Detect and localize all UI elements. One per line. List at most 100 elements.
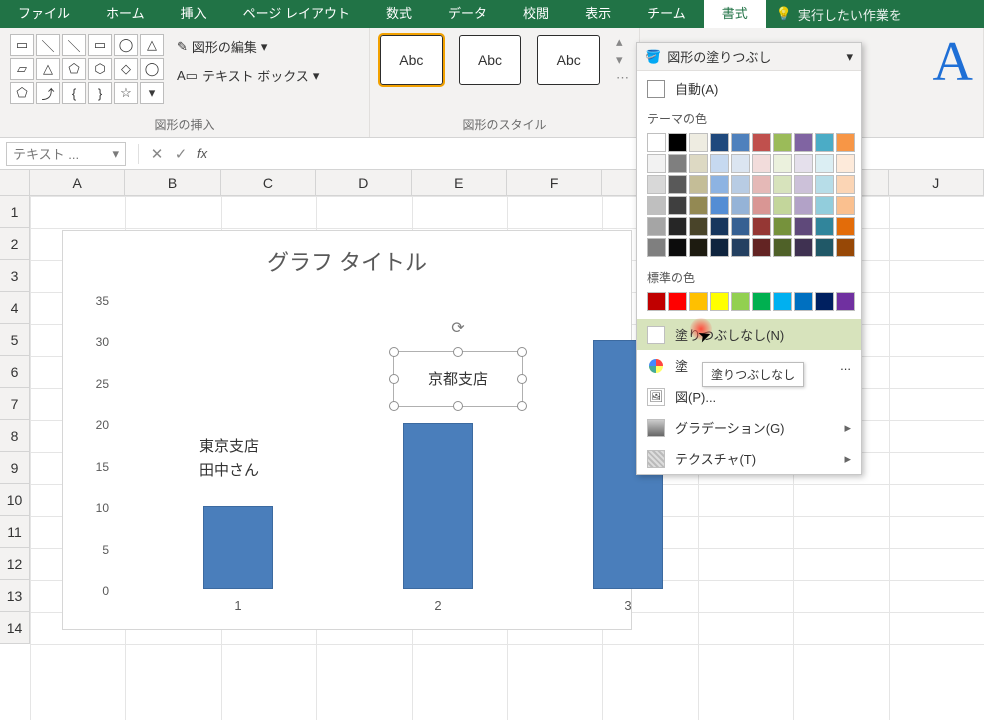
color-swatch[interactable] — [647, 175, 666, 194]
color-swatch[interactable] — [773, 292, 792, 311]
color-swatch[interactable] — [689, 217, 708, 236]
col-header[interactable]: C — [221, 170, 316, 195]
color-swatch[interactable] — [836, 133, 855, 152]
color-swatch[interactable] — [647, 196, 666, 215]
color-swatch[interactable] — [815, 292, 834, 311]
tab-data[interactable]: データ — [430, 0, 505, 28]
row-header[interactable]: 8 — [0, 420, 30, 452]
row-header[interactable]: 4 — [0, 292, 30, 324]
color-swatch[interactable] — [836, 175, 855, 194]
color-swatch[interactable] — [647, 133, 666, 152]
name-box[interactable]: テキスト ... ▾ — [6, 142, 126, 166]
color-swatch[interactable] — [710, 217, 729, 236]
color-swatch[interactable] — [836, 292, 855, 311]
chart-bar[interactable] — [203, 506, 273, 589]
color-swatch[interactable] — [773, 238, 792, 257]
textbox-content[interactable]: 京都支店 — [394, 352, 522, 389]
fx-icon[interactable]: fx — [197, 146, 207, 161]
color-swatch[interactable] — [836, 154, 855, 173]
color-swatch[interactable] — [815, 175, 834, 194]
color-swatch[interactable] — [731, 238, 750, 257]
chart-bar[interactable] — [403, 423, 473, 589]
color-swatch[interactable] — [689, 154, 708, 173]
color-swatch[interactable] — [752, 238, 771, 257]
color-swatch[interactable] — [647, 217, 666, 236]
row-header[interactable]: 14 — [0, 612, 30, 644]
textbox-button[interactable]: A▭ テキスト ボックス ▾ — [170, 63, 326, 88]
color-swatch[interactable] — [647, 154, 666, 173]
tab-insert[interactable]: 挿入 — [163, 0, 225, 28]
tell-me-search[interactable]: 💡 実行したい作業を — [766, 5, 912, 24]
color-swatch[interactable] — [731, 175, 750, 194]
col-header[interactable]: D — [316, 170, 411, 195]
color-swatch[interactable] — [689, 175, 708, 194]
tab-formulas[interactable]: 数式 — [368, 0, 430, 28]
color-swatch[interactable] — [794, 175, 813, 194]
edit-shape-button[interactable]: ✎ 図形の編集 ▾ — [170, 34, 326, 59]
resize-handle[interactable] — [389, 347, 399, 357]
color-swatch[interactable] — [668, 292, 687, 311]
texture-fill-item[interactable]: テクスチャ(T) ▸ — [637, 443, 861, 474]
row-header[interactable]: 9 — [0, 452, 30, 484]
color-swatch[interactable] — [647, 238, 666, 257]
no-fill-item[interactable]: 塗りつぶしなし(N) — [637, 319, 861, 350]
row-header[interactable]: 10 — [0, 484, 30, 516]
color-swatch[interactable] — [836, 238, 855, 257]
shapes-gallery[interactable]: ▭＼＼▭◯△ ▱△⬠⬡◇◯ ⬠⤴{}☆▾ — [10, 34, 164, 104]
color-swatch[interactable] — [752, 175, 771, 194]
gallery-up-icon[interactable]: ▴ — [616, 34, 629, 50]
resize-handle[interactable] — [517, 347, 527, 357]
color-swatch[interactable] — [815, 217, 834, 236]
shape-style-2[interactable]: Abc — [459, 35, 522, 85]
color-swatch[interactable] — [710, 154, 729, 173]
color-swatch[interactable] — [731, 217, 750, 236]
row-header[interactable]: 2 — [0, 228, 30, 260]
color-swatch[interactable] — [668, 196, 687, 215]
color-swatch[interactable] — [710, 238, 729, 257]
row-header[interactable]: 5 — [0, 324, 30, 356]
gradient-fill-item[interactable]: グラデーション(G) ▸ — [637, 412, 861, 443]
col-header[interactable]: F — [507, 170, 602, 195]
tab-team[interactable]: チーム — [629, 0, 704, 28]
color-swatch[interactable] — [836, 217, 855, 236]
selected-textbox[interactable]: ⟳ 京都支店 — [393, 351, 523, 407]
enter-icon[interactable]: ✓ — [169, 145, 193, 163]
color-swatch[interactable] — [752, 292, 771, 311]
row-header[interactable]: 1 — [0, 196, 30, 228]
col-header[interactable]: E — [412, 170, 507, 195]
color-swatch[interactable] — [710, 196, 729, 215]
color-swatch[interactable] — [689, 292, 708, 311]
color-swatch[interactable] — [773, 133, 792, 152]
color-swatch[interactable] — [731, 292, 750, 311]
color-swatch[interactable] — [815, 154, 834, 173]
color-swatch[interactable] — [773, 154, 792, 173]
color-swatch[interactable] — [668, 217, 687, 236]
wordart-gallery[interactable]: A — [933, 34, 973, 90]
tab-review[interactable]: 校閲 — [505, 0, 567, 28]
cancel-icon[interactable]: ✕ — [145, 145, 169, 163]
color-swatch[interactable] — [752, 196, 771, 215]
shape-style-3[interactable]: Abc — [537, 35, 600, 85]
row-header[interactable]: 6 — [0, 356, 30, 388]
resize-handle[interactable] — [453, 401, 463, 411]
color-swatch[interactable] — [689, 238, 708, 257]
resize-handle[interactable] — [389, 401, 399, 411]
chart-title[interactable]: グラフ タイトル — [63, 245, 631, 277]
row-header[interactable]: 11 — [0, 516, 30, 548]
color-swatch[interactable] — [689, 196, 708, 215]
row-header[interactable]: 3 — [0, 260, 30, 292]
col-header[interactable]: B — [125, 170, 220, 195]
resize-handle[interactable] — [517, 401, 527, 411]
tab-format[interactable]: 書式 — [704, 0, 766, 28]
color-swatch[interactable] — [794, 238, 813, 257]
tab-view[interactable]: 表示 — [567, 0, 629, 28]
color-swatch[interactable] — [794, 217, 813, 236]
color-swatch[interactable] — [668, 175, 687, 194]
shape-style-1[interactable]: Abc — [380, 35, 443, 85]
color-swatch[interactable] — [647, 292, 666, 311]
color-swatch[interactable] — [668, 154, 687, 173]
chart-object[interactable]: グラフ タイトル 東京支店 田中さん ⟳ 京都支店 05101520253035… — [62, 230, 632, 630]
color-swatch[interactable] — [752, 133, 771, 152]
color-swatch[interactable] — [773, 175, 792, 194]
color-swatch[interactable] — [794, 154, 813, 173]
